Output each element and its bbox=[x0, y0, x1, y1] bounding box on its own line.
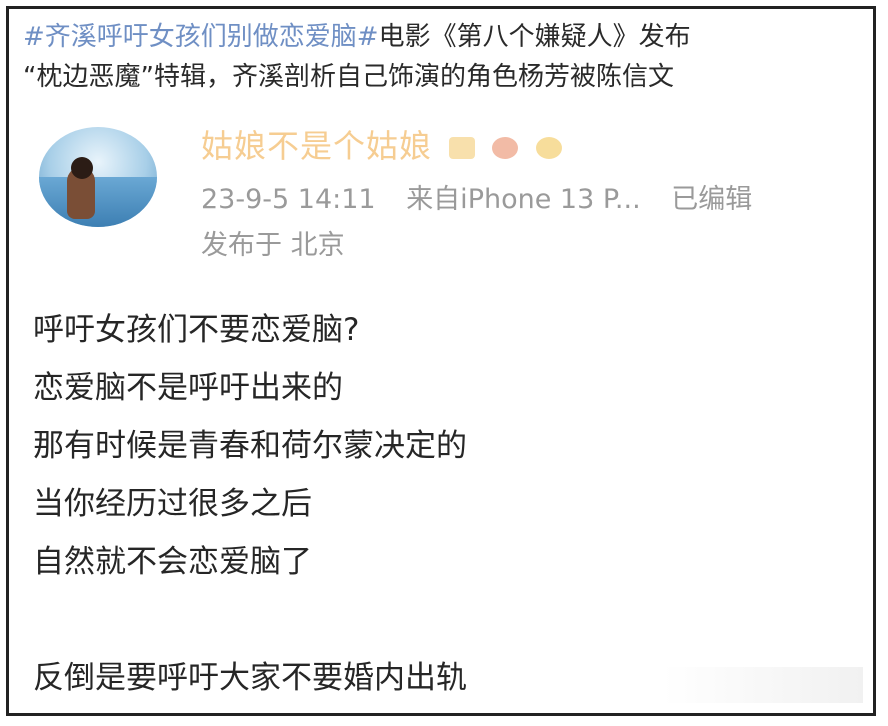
hashtag-link[interactable]: #齐溪呼吁女孩们别做恋爱脑# bbox=[23, 22, 379, 52]
dog-face-icon bbox=[492, 137, 519, 159]
post-body: 呼吁女孩们不要恋爱脑? 恋爱脑不是呼吁出来的 那有时候是青春和荷尔蒙决定的 当你… bbox=[33, 301, 853, 707]
avatar-head bbox=[71, 157, 93, 179]
post-header: 姑娘不是个姑娘 23-9-5 14:11 来自iPhone 13 P... 已编… bbox=[29, 121, 869, 271]
username-row: 姑娘不是个姑娘 bbox=[201, 121, 562, 167]
username[interactable]: 姑娘不是个姑娘 bbox=[201, 127, 432, 165]
post-line: 恋爱脑不是呼吁出来的 bbox=[33, 370, 343, 406]
headline-cutoff-line bbox=[23, 97, 873, 113]
crown-badge-icon bbox=[449, 137, 476, 159]
fish-face-icon bbox=[535, 137, 562, 159]
news-headline: #齐溪呼吁女孩们别做恋爱脑#电影《第八个嫌疑人》发布 “枕边恶魔”特辑，齐溪剖析… bbox=[23, 17, 873, 113]
edited-label[interactable]: 已编辑 bbox=[671, 184, 752, 215]
headline-text: 电影《第八个嫌疑人》发布 bbox=[378, 22, 691, 52]
post-source: 来自iPhone 13 P... bbox=[406, 184, 641, 215]
post-line: 呼吁女孩们不要恋爱脑? bbox=[33, 312, 360, 348]
headline-text-line2: “枕边恶魔”特辑，齐溪剖析自己饰演的角色杨芳被陈信文 bbox=[23, 62, 674, 92]
avatar[interactable] bbox=[39, 127, 157, 227]
post-meta: 23-9-5 14:11 来自iPhone 13 P... 已编辑 bbox=[201, 177, 752, 216]
screenshot-frame: #齐溪呼吁女孩们别做恋爱脑#电影《第八个嫌疑人》发布 “枕边恶魔”特辑，齐溪剖析… bbox=[6, 6, 876, 716]
post-location: 发布于 北京 bbox=[201, 230, 345, 261]
watermark-overlay bbox=[663, 667, 863, 703]
avatar-background bbox=[39, 177, 157, 227]
post-line: 当你经历过很多之后 bbox=[33, 486, 312, 522]
post-line: 那有时候是青春和荷尔蒙决定的 bbox=[33, 428, 467, 464]
post-timestamp: 23-9-5 14:11 bbox=[201, 184, 376, 215]
post-line: 自然就不会恋爱脑了 bbox=[33, 544, 312, 580]
